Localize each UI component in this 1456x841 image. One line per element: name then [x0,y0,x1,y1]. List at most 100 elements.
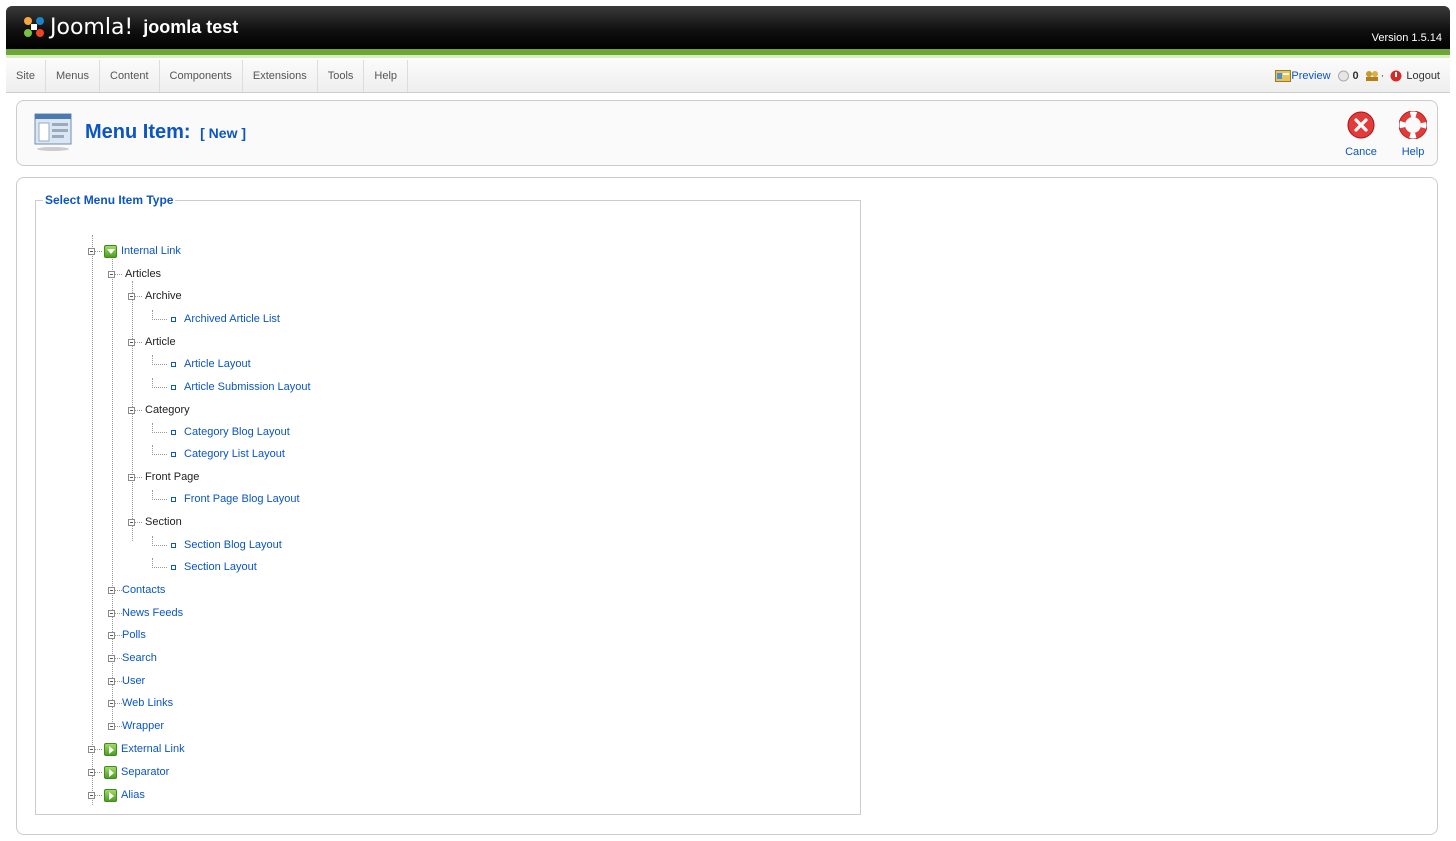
expand-toggle[interactable] [108,270,115,278]
folder-closed-icon [104,788,117,802]
fieldset-legend: Select Menu Item Type [45,193,174,207]
tree-node-internal-link[interactable]: Internal Link [88,243,181,259]
main-menubar: Site Menus Content Components Extensions… [6,60,1450,93]
tree-node-polls[interactable]: Polls [108,627,146,643]
expand-toggle[interactable] [128,406,135,414]
menu-tools[interactable]: Tools [318,60,365,92]
leaf-label[interactable]: Article Layout [184,358,251,370]
node-label: News Feeds [122,607,184,619]
folder-open-icon [104,244,117,258]
node-label: Contacts [122,584,166,596]
tree-leaf-category-list-layout[interactable]: Category List Layout [152,445,285,462]
expand-toggle[interactable] [128,292,135,300]
node-label: Polls [122,629,146,641]
menu-type-tree: Internal Link Articles Archive Archived … [36,207,860,814]
node-label: Section [145,516,182,528]
leaf-bullet-icon [171,564,176,570]
page-title-text: Menu Item: [85,121,191,143]
logout-link[interactable]: Logout [1390,70,1440,82]
leaf-bullet-icon [171,496,176,502]
tree-node-front-page[interactable]: Front Page [128,469,199,485]
preview-link[interactable]: Preview [1275,70,1331,82]
leaf-bullet-icon [171,316,176,322]
tree-leaf-front-page-blog-layout[interactable]: Front Page Blog Layout [152,490,300,507]
expand-toggle[interactable] [128,518,135,526]
tree-leaf-archived-article-list[interactable]: Archived Article List [152,310,280,327]
node-label: Separator [121,766,170,778]
expand-toggle[interactable] [88,791,95,799]
tree-node-contacts[interactable]: Contacts [108,582,165,598]
leaf-label[interactable]: Front Page Blog Layout [184,493,300,505]
header-accent-bar-light [6,55,1450,58]
tree-leaf-article-submission-layout[interactable]: Article Submission Layout [152,378,311,395]
joomla-logo: Joomla! joomla test [22,9,238,45]
expand-toggle[interactable] [128,338,135,346]
tree-leaf-section-layout[interactable]: Section Layout [152,558,257,575]
menu-content[interactable]: Content [100,60,160,92]
menu-components[interactable]: Components [160,60,243,92]
menu-item-page-icon [33,112,73,152]
tree-node-external-link[interactable]: External Link [88,741,185,757]
tree-leaf-section-blog-layout[interactable]: Section Blog Layout [152,536,282,553]
node-label: Category [145,404,190,416]
leaf-label[interactable]: Category List Layout [184,448,285,460]
expand-toggle[interactable] [108,677,115,685]
expand-toggle[interactable] [108,586,115,594]
page-subtitle: [ New ] [200,125,247,141]
preview-icon [1275,70,1292,82]
tree-leaf-article-layout[interactable]: Article Layout [152,355,251,372]
joomla-logo-icon [22,15,46,39]
leaf-label[interactable]: Section Layout [184,561,257,573]
status-bar: Preview 0 · Logout [1275,60,1440,92]
expand-toggle[interactable] [108,631,115,639]
tree-node-category[interactable]: Category [128,402,190,418]
expand-toggle[interactable] [108,722,115,730]
leaf-bullet-icon [171,542,176,548]
leaf-label[interactable]: Article Submission Layout [184,381,311,393]
tree-node-archive[interactable]: Archive [128,288,182,304]
help-button[interactable]: Help [1393,110,1433,158]
leaf-label[interactable]: Archived Article List [184,313,280,325]
node-label: Search [122,652,157,664]
expand-toggle[interactable] [88,745,95,753]
node-label: Alias [121,789,145,801]
tree-leaf-category-blog-layout[interactable]: Category Blog Layout [152,423,290,440]
leaf-bullet-icon [171,361,176,367]
logout-icon [1390,70,1403,82]
tree-node-search[interactable]: Search [108,650,157,666]
tree-node-articles[interactable]: Articles [108,266,161,282]
tree-node-section[interactable]: Section [128,514,182,530]
tree-node-news-feeds[interactable]: News Feeds [108,605,183,621]
tree-node-separator[interactable]: Separator [88,764,169,780]
expand-toggle[interactable] [88,768,95,776]
cancel-icon [1347,111,1375,142]
tree-node-article[interactable]: Article [128,334,176,350]
leaf-label[interactable]: Section Blog Layout [184,539,282,551]
cancel-button[interactable]: Cance [1341,111,1381,158]
tree-node-alias[interactable]: Alias [88,787,145,803]
users-count: · [1380,70,1385,82]
tree-node-user[interactable]: User [108,673,145,689]
admin-header: Joomla! joomla test Version 1.5.14 [6,6,1450,49]
tree-node-wrapper[interactable]: Wrapper [108,718,164,734]
tree-node-web-links[interactable]: Web Links [108,695,173,711]
preview-label: Preview [1291,70,1331,82]
logo-text: Joomla! [50,14,134,40]
menu-site[interactable]: Site [6,60,46,92]
messages-status[interactable]: 0 [1337,70,1359,82]
users-icon [1365,70,1378,82]
users-status[interactable]: · [1365,70,1385,82]
menu-extensions[interactable]: Extensions [243,60,318,92]
expand-toggle[interactable] [128,473,135,481]
expand-toggle[interactable] [108,699,115,707]
leaf-label[interactable]: Category Blog Layout [184,426,290,438]
menu-menus[interactable]: Menus [46,60,100,92]
expand-toggle[interactable] [108,609,115,617]
node-label: External Link [121,743,185,755]
menu-type-fieldset: Select Menu Item Type Internal Link Arti… [35,193,861,815]
expand-toggle[interactable] [108,654,115,662]
toolbar-box: Menu Item: [ New ] Cance Help [16,100,1438,166]
expand-toggle[interactable] [88,247,95,255]
menu-help[interactable]: Help [364,60,409,92]
help-label: Help [1401,146,1425,158]
